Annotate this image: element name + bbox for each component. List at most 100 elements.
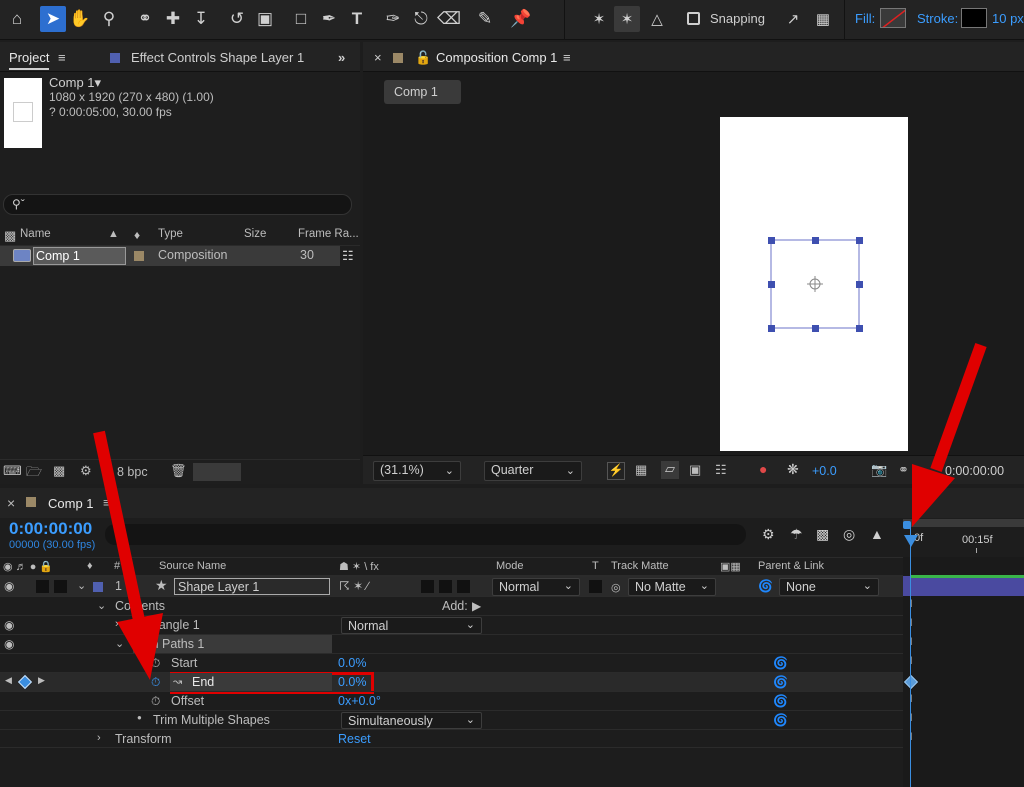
expression-pickwhip-icon[interactable]: 🌀 bbox=[773, 694, 788, 708]
stopwatch-icon[interactable]: ⏱ bbox=[151, 694, 160, 709]
clone-stamp-icon[interactable]: ⎋ bbox=[408, 6, 434, 32]
lock-toggle[interactable] bbox=[54, 580, 67, 593]
exposure-value[interactable]: +0.0 bbox=[812, 464, 837, 478]
tab-timeline-comp[interactable]: Comp 1 bbox=[48, 496, 94, 511]
view-axis-icon[interactable]: △ bbox=[644, 6, 670, 32]
playhead-line[interactable] bbox=[910, 525, 911, 787]
draft-3d-icon[interactable]: ☂ bbox=[790, 526, 803, 543]
chevron-down-icon[interactable]: ⌄ bbox=[115, 637, 124, 650]
expression-pickwhip-icon[interactable]: 🌀 bbox=[773, 713, 788, 727]
layer-duration-bar[interactable] bbox=[903, 576, 1024, 596]
bbox-handle[interactable] bbox=[856, 237, 863, 244]
tab-composition[interactable]: Composition Comp 1 bbox=[436, 50, 557, 65]
timeline-track-area[interactable] bbox=[903, 596, 1024, 787]
chevron-right-icon[interactable]: › bbox=[97, 732, 101, 744]
rectangle-tool-icon[interactable]: □ bbox=[288, 6, 314, 32]
resolution-dropdown[interactable]: Quarter ⌄ bbox=[484, 461, 582, 481]
snapshot-icon[interactable]: 📷 bbox=[871, 462, 887, 478]
col-t[interactable]: T bbox=[592, 560, 599, 572]
work-area-bar[interactable] bbox=[903, 519, 1024, 527]
track-matte-dropdown[interactable]: No Matte ⌄ bbox=[628, 578, 716, 596]
brush-tool-icon[interactable]: ✑ bbox=[380, 6, 406, 32]
new-folder-icon[interactable]: 🗁 bbox=[26, 463, 42, 485]
show-snapshot-icon[interactable]: ⚭ bbox=[898, 462, 909, 478]
expression-pickwhip-icon[interactable]: 🌀 bbox=[773, 675, 788, 689]
orbit-camera-icon[interactable]: ⚭ bbox=[132, 6, 158, 32]
eraser-tool-icon[interactable]: ⌫ bbox=[436, 6, 462, 32]
col-source-name[interactable]: Source Name bbox=[159, 560, 226, 572]
pan-camera-icon[interactable]: ✚ bbox=[160, 6, 186, 32]
fast-previews-icon[interactable]: ⚡ bbox=[607, 462, 625, 480]
type-tool-icon[interactable]: T bbox=[344, 6, 370, 32]
layer-number-icon[interactable]: # bbox=[114, 560, 120, 572]
trash-icon[interactable]: 🗑 bbox=[170, 463, 187, 479]
bbox-handle[interactable] bbox=[768, 281, 775, 288]
col-parent-link[interactable]: Parent & Link bbox=[758, 560, 824, 572]
label-column-icon[interactable]: ♦ bbox=[87, 560, 93, 572]
rectangle-row[interactable]: ◉ › Rectangle 1 Normal ⌄ bbox=[0, 615, 903, 634]
graph-editor-icon[interactable]: ▲ bbox=[870, 526, 884, 542]
tab-project[interactable]: Project bbox=[9, 50, 50, 70]
selection-tool-icon[interactable]: ➤ bbox=[40, 6, 66, 32]
reset-exposure-icon[interactable]: ❋ bbox=[787, 461, 799, 478]
snapping-checkbox[interactable] bbox=[687, 12, 700, 25]
channel-icon[interactable]: ● bbox=[759, 461, 767, 477]
layer-name-field[interactable]: Shape Layer 1 bbox=[174, 578, 330, 595]
col-type[interactable]: Type bbox=[158, 228, 183, 240]
rectangle-mode-dropdown[interactable]: Normal ⌄ bbox=[341, 617, 482, 634]
switch-box[interactable] bbox=[439, 580, 452, 593]
col-track-matte[interactable]: Track Matte bbox=[611, 560, 669, 572]
comp-flow-tab[interactable]: Comp 1 bbox=[384, 80, 461, 104]
col-mode[interactable]: Mode bbox=[496, 560, 524, 572]
stroke-swatch[interactable] bbox=[961, 8, 987, 28]
flowchart-icon[interactable]: ☷ bbox=[342, 248, 354, 264]
item-name-cell[interactable]: Comp 1 bbox=[33, 247, 126, 265]
col-size[interactable]: Size bbox=[244, 228, 266, 240]
offset-property-row[interactable]: ⏱ Offset 0x+0.0° 🌀 bbox=[0, 691, 903, 710]
grid-guides-icon[interactable]: ☷ bbox=[715, 462, 727, 478]
roto-brush-icon[interactable]: ✎ bbox=[472, 6, 498, 32]
item-label-swatch[interactable] bbox=[134, 251, 144, 261]
playhead-handle[interactable] bbox=[904, 535, 918, 547]
add-keyframe-icon[interactable] bbox=[17, 674, 33, 690]
layer-row[interactable]: ◉ ⌄ 1 ★ Shape Layer 1 ☈ ✶ ∕ Normal ⌄ ◎ No… bbox=[0, 576, 903, 596]
bbox-handle[interactable] bbox=[812, 325, 819, 332]
stopwatch-icon[interactable]: ⏱ bbox=[151, 656, 160, 671]
track-matte-pickwhip-icon[interactable]: ◎ bbox=[611, 581, 621, 594]
close-composition-icon[interactable]: × bbox=[374, 50, 382, 65]
close-timeline-icon[interactable]: × bbox=[7, 495, 15, 511]
interpret-footage-icon[interactable]: ⌨ bbox=[3, 463, 22, 479]
chevron-down-icon[interactable]: ⌄ bbox=[77, 579, 86, 592]
start-value[interactable]: 0.0% bbox=[338, 656, 367, 670]
switch-box[interactable] bbox=[457, 580, 470, 593]
visibility-eye-icon[interactable]: ◉ bbox=[4, 618, 14, 632]
project-list-item[interactable]: Comp 1 Composition 30 bbox=[0, 246, 340, 266]
end-property-row[interactable]: ◀ ▶ ⏱ ↝ End 0.0% 🌀 bbox=[0, 672, 903, 694]
home-icon[interactable]: ⌂ bbox=[4, 6, 30, 32]
chevron-down-icon[interactable]: ⌄ bbox=[97, 599, 106, 612]
transparency-grid-icon[interactable]: ▦ bbox=[635, 462, 647, 478]
project-search-input[interactable]: ⚲ˇ bbox=[3, 194, 352, 215]
label-tag-icon[interactable]: ♦ bbox=[134, 228, 140, 242]
tab-effect-controls[interactable]: Effect Controls Shape Layer 1 bbox=[131, 50, 304, 65]
visibility-eye-icon[interactable]: ◉ bbox=[4, 637, 14, 651]
rotate-tool-icon[interactable]: ↺ bbox=[224, 6, 250, 32]
thumbnail-slider[interactable] bbox=[193, 463, 241, 481]
sort-ascending-icon[interactable]: ▲ bbox=[108, 228, 119, 240]
reset-link[interactable]: Reset bbox=[338, 732, 371, 746]
expression-pickwhip-icon[interactable]: 🌀 bbox=[773, 656, 788, 670]
layer-label-swatch[interactable] bbox=[93, 582, 103, 592]
bit-depth-label[interactable]: 8 bpc bbox=[117, 465, 148, 479]
timeline-menu-icon[interactable]: ≡ bbox=[103, 495, 111, 510]
blend-mode-dropdown[interactable]: Normal ⌄ bbox=[492, 578, 580, 596]
trim-paths-row[interactable]: ◉ ⌄ Trim Paths 1 bbox=[0, 634, 903, 653]
item-dropdown-icon[interactable]: ▾ bbox=[95, 75, 102, 90]
project-panel-menu-icon[interactable]: ≡ bbox=[58, 50, 66, 65]
lock-icon[interactable]: 🔓 bbox=[415, 50, 431, 66]
magnification-dropdown[interactable]: (31.1%) ⌄ bbox=[373, 461, 461, 481]
next-keyframe-icon[interactable]: ▶ bbox=[38, 675, 45, 686]
contents-row[interactable]: ⌄ Contents Add: ▶ bbox=[0, 596, 903, 615]
bbox-handle[interactable] bbox=[856, 281, 863, 288]
panel-overflow-icon[interactable]: » bbox=[338, 50, 345, 65]
layer-switches-icons[interactable]: ☈ ✶ ∕ bbox=[339, 579, 368, 593]
